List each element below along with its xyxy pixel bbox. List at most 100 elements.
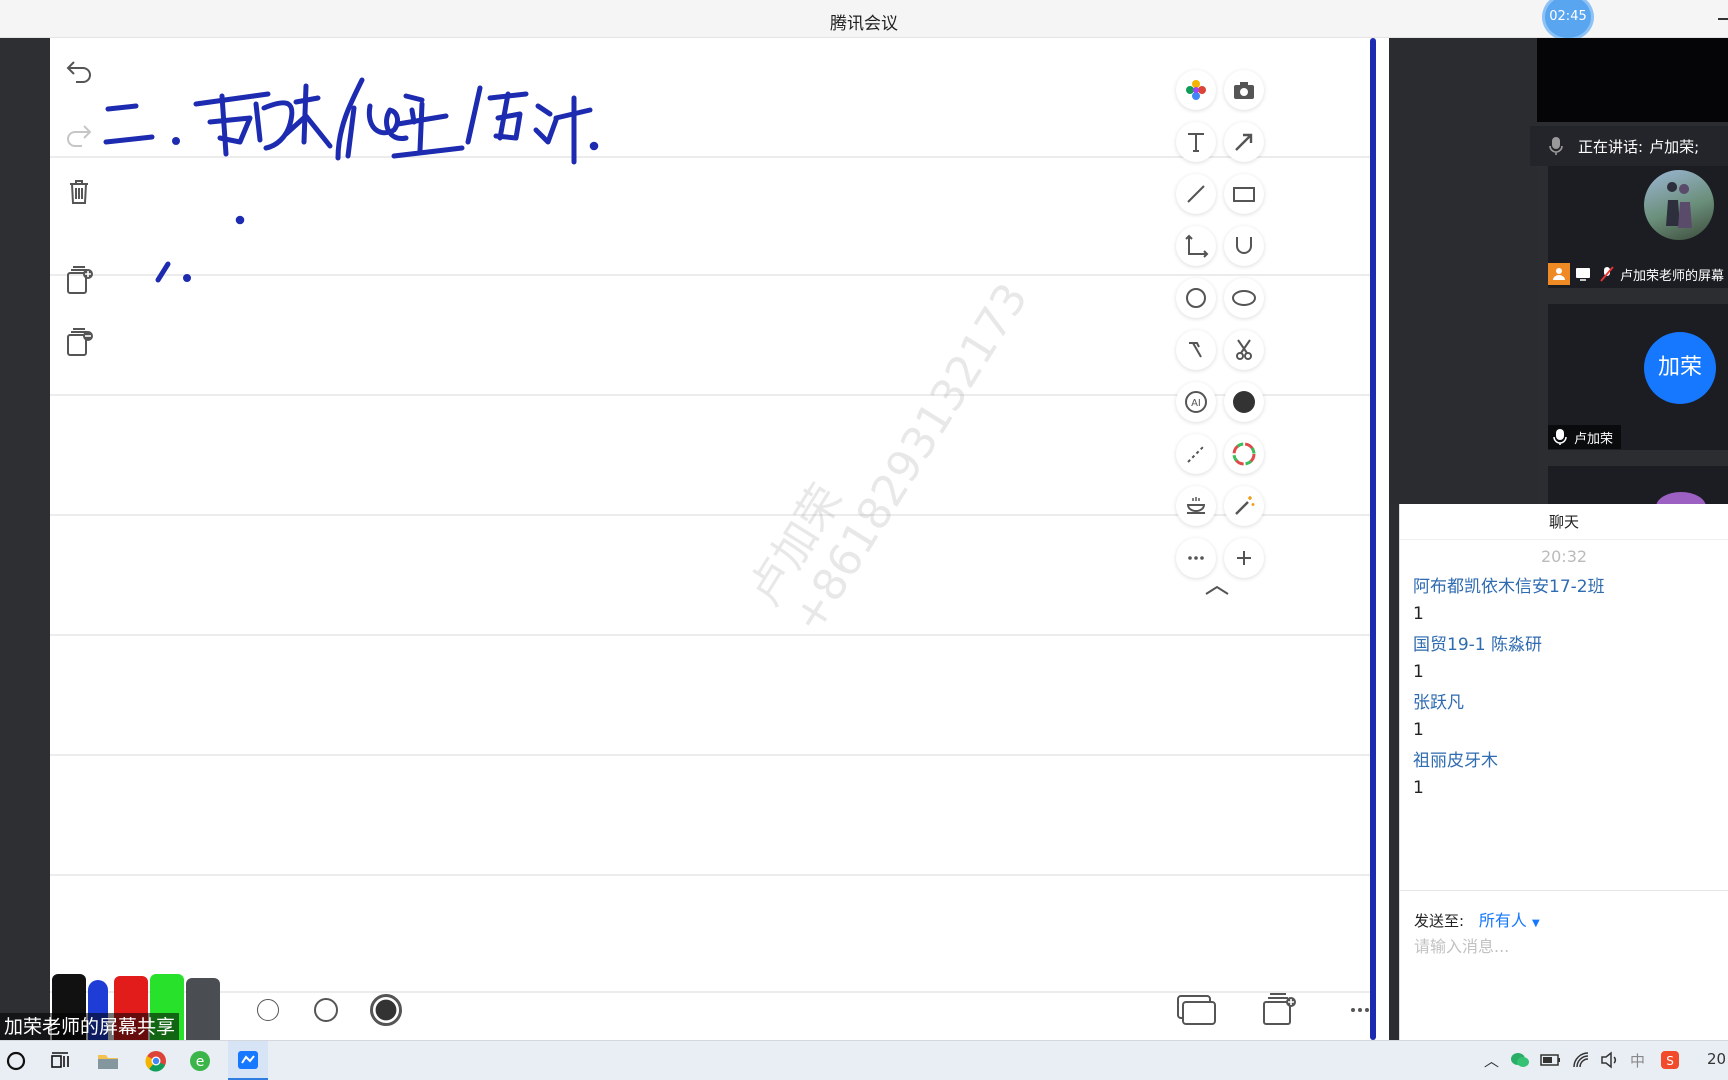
tea-cup-icon[interactable]: [1176, 486, 1216, 526]
video-tile-participant[interactable]: 加荣 卢加荣: [1548, 304, 1728, 450]
photos-icon[interactable]: [1176, 70, 1216, 110]
browser-e-icon[interactable]: e: [180, 1041, 220, 1080]
chat-message: 张跃凡 1: [1400, 688, 1728, 740]
video-tile-screen-share[interactable]: 卢加荣老师的屏幕: [1548, 166, 1728, 288]
ruled-line: [50, 874, 1375, 876]
title-bar: 腾讯会议 02:45: [0, 0, 1728, 38]
video-tile-label-bar: 卢加荣老师的屏幕: [1548, 262, 1728, 286]
volume-icon[interactable]: [1600, 1051, 1620, 1073]
brush-size-medium[interactable]: [314, 998, 338, 1022]
redo-icon[interactable]: [60, 116, 98, 154]
trash-icon[interactable]: [60, 172, 98, 210]
chat-sender[interactable]: 张跃凡: [1413, 688, 1728, 713]
video-tile-top: [1537, 38, 1728, 122]
chat-sender[interactable]: 祖丽皮牙木: [1413, 746, 1728, 771]
chat-panel: 聊天 20:32 阿布都凯依木信安17-2班 1 国贸19-1 陈淼研 1 张跃…: [1399, 504, 1728, 1040]
add-page-icon[interactable]: [60, 260, 98, 298]
svg-text:e: e: [196, 1054, 205, 1070]
collapse-chevron-icon[interactable]: [1202, 582, 1232, 598]
more-options-icon[interactable]: [1348, 1000, 1374, 1020]
ime-indicator[interactable]: 中: [1630, 1050, 1645, 1071]
avatar: 加荣: [1644, 332, 1716, 404]
chat-message: 国贸19-1 陈淼研 1: [1400, 630, 1728, 682]
participant-name-badge: 卢加荣: [1548, 425, 1622, 449]
minimize-button[interactable]: [1718, 18, 1728, 20]
mic-muted-icon: [1596, 263, 1618, 285]
dropdown-arrow-icon: ▼: [1531, 918, 1540, 929]
video-panel-gap: [1389, 38, 1537, 504]
battery-icon[interactable]: [1540, 1052, 1562, 1072]
arrow-tool-icon[interactable]: [1224, 122, 1264, 162]
magic-wand-icon[interactable]: [1224, 486, 1264, 526]
chat-compose: 发送至: 所有人 ▼: [1400, 890, 1728, 1040]
handwriting-strokes: [103, 77, 599, 283]
chat-text: 1: [1413, 720, 1424, 740]
tencent-meeting-app-icon[interactable]: [228, 1041, 268, 1080]
svg-text:AI: AI: [1191, 398, 1201, 409]
remove-page-icon[interactable]: [60, 322, 98, 360]
chat-timestamp: 20:32: [1540, 547, 1588, 566]
video-tile-1-label: 卢加荣老师的屏幕: [1620, 268, 1725, 284]
taskbar-clock[interactable]: 20: [1707, 1050, 1726, 1068]
color-wheel-icon[interactable]: [1224, 434, 1264, 474]
speaking-prefix: 正在讲话:: [1578, 137, 1644, 156]
task-view-icon[interactable]: [40, 1041, 80, 1080]
camera-icon[interactable]: [1224, 70, 1264, 110]
scissors-icon[interactable]: [1224, 330, 1264, 370]
speaking-indicator: 正在讲话: 卢加荣;: [1530, 126, 1728, 166]
page-list-icon[interactable]: [1174, 992, 1218, 1028]
chat-title: 聊天: [1400, 504, 1728, 540]
chat-input[interactable]: [1414, 937, 1714, 956]
chat-text: 1: [1413, 778, 1424, 798]
ellipse-tool-icon[interactable]: [1224, 278, 1264, 318]
add-tool-icon[interactable]: [1224, 538, 1264, 578]
page-edge-stroke: [1370, 38, 1376, 1040]
wifi-icon[interactable]: [1572, 1051, 1592, 1073]
send-to-label: 发送至:: [1414, 912, 1465, 930]
curve-tool-icon[interactable]: [1224, 226, 1264, 266]
chat-sender[interactable]: 阿布都凯依木信安17-2班: [1413, 572, 1728, 597]
participant-name: 卢加荣: [1574, 431, 1614, 447]
chrome-icon[interactable]: [136, 1041, 176, 1080]
eraser[interactable]: [186, 978, 220, 1040]
line-tool-icon[interactable]: [1176, 174, 1216, 214]
fill-color-icon[interactable]: [1224, 382, 1264, 422]
windows-taskbar: e ︿ 中 S 20: [0, 1040, 1728, 1080]
whiteboard-canvas[interactable]: 卢加荣 +8618293132173 AI: [50, 38, 1389, 1040]
undo-icon[interactable]: [60, 52, 98, 90]
more-tools-icon[interactable]: [1176, 538, 1216, 578]
mic-icon: [1553, 429, 1567, 445]
hammer-tool-icon[interactable]: [1176, 330, 1216, 370]
svg-text:S: S: [1666, 1054, 1674, 1068]
new-page-icon[interactable]: [1260, 990, 1300, 1028]
brush-size-large[interactable]: [370, 994, 402, 1026]
screen-share-icon: [1572, 263, 1594, 285]
chat-message: 祖丽皮牙木 1: [1400, 746, 1728, 798]
chat-message: 阿布都凯依木信安17-2班 1: [1400, 572, 1728, 624]
file-explorer-icon[interactable]: [88, 1041, 128, 1080]
dashed-line-icon[interactable]: [1176, 434, 1216, 474]
watermark-name: 卢加荣: [739, 475, 853, 615]
ruled-line: [50, 634, 1375, 636]
text-tool-icon[interactable]: [1176, 122, 1216, 162]
speaking-name: 卢加荣;: [1649, 137, 1700, 156]
ai-tool-icon[interactable]: AI: [1176, 382, 1216, 422]
axis-tool-icon[interactable]: [1176, 226, 1216, 266]
brush-size-small[interactable]: [257, 999, 279, 1021]
send-to-value: 所有人: [1478, 911, 1527, 930]
wechat-icon[interactable]: [1510, 1051, 1530, 1073]
circle-tool-icon[interactable]: [1176, 278, 1216, 318]
start-circle-icon[interactable]: [0, 1041, 36, 1080]
avatar-photo: [1644, 170, 1714, 240]
send-to-row: 发送至: 所有人 ▼: [1414, 907, 1540, 931]
send-to-dropdown[interactable]: 所有人 ▼: [1479, 911, 1540, 930]
chat-sender[interactable]: 国贸19-1 陈淼研: [1413, 630, 1728, 655]
rectangle-tool-icon[interactable]: [1224, 174, 1264, 214]
chat-text: 1: [1413, 604, 1424, 624]
video-tile-3[interactable]: [1548, 466, 1728, 522]
ruled-line: [50, 514, 1375, 516]
screen-share-caption: 加荣老师的屏幕共享: [0, 1013, 180, 1041]
tray-expand-icon[interactable]: ︿: [1484, 1050, 1499, 1071]
host-icon: [1548, 263, 1570, 285]
sogou-input-icon[interactable]: S: [1660, 1050, 1680, 1074]
